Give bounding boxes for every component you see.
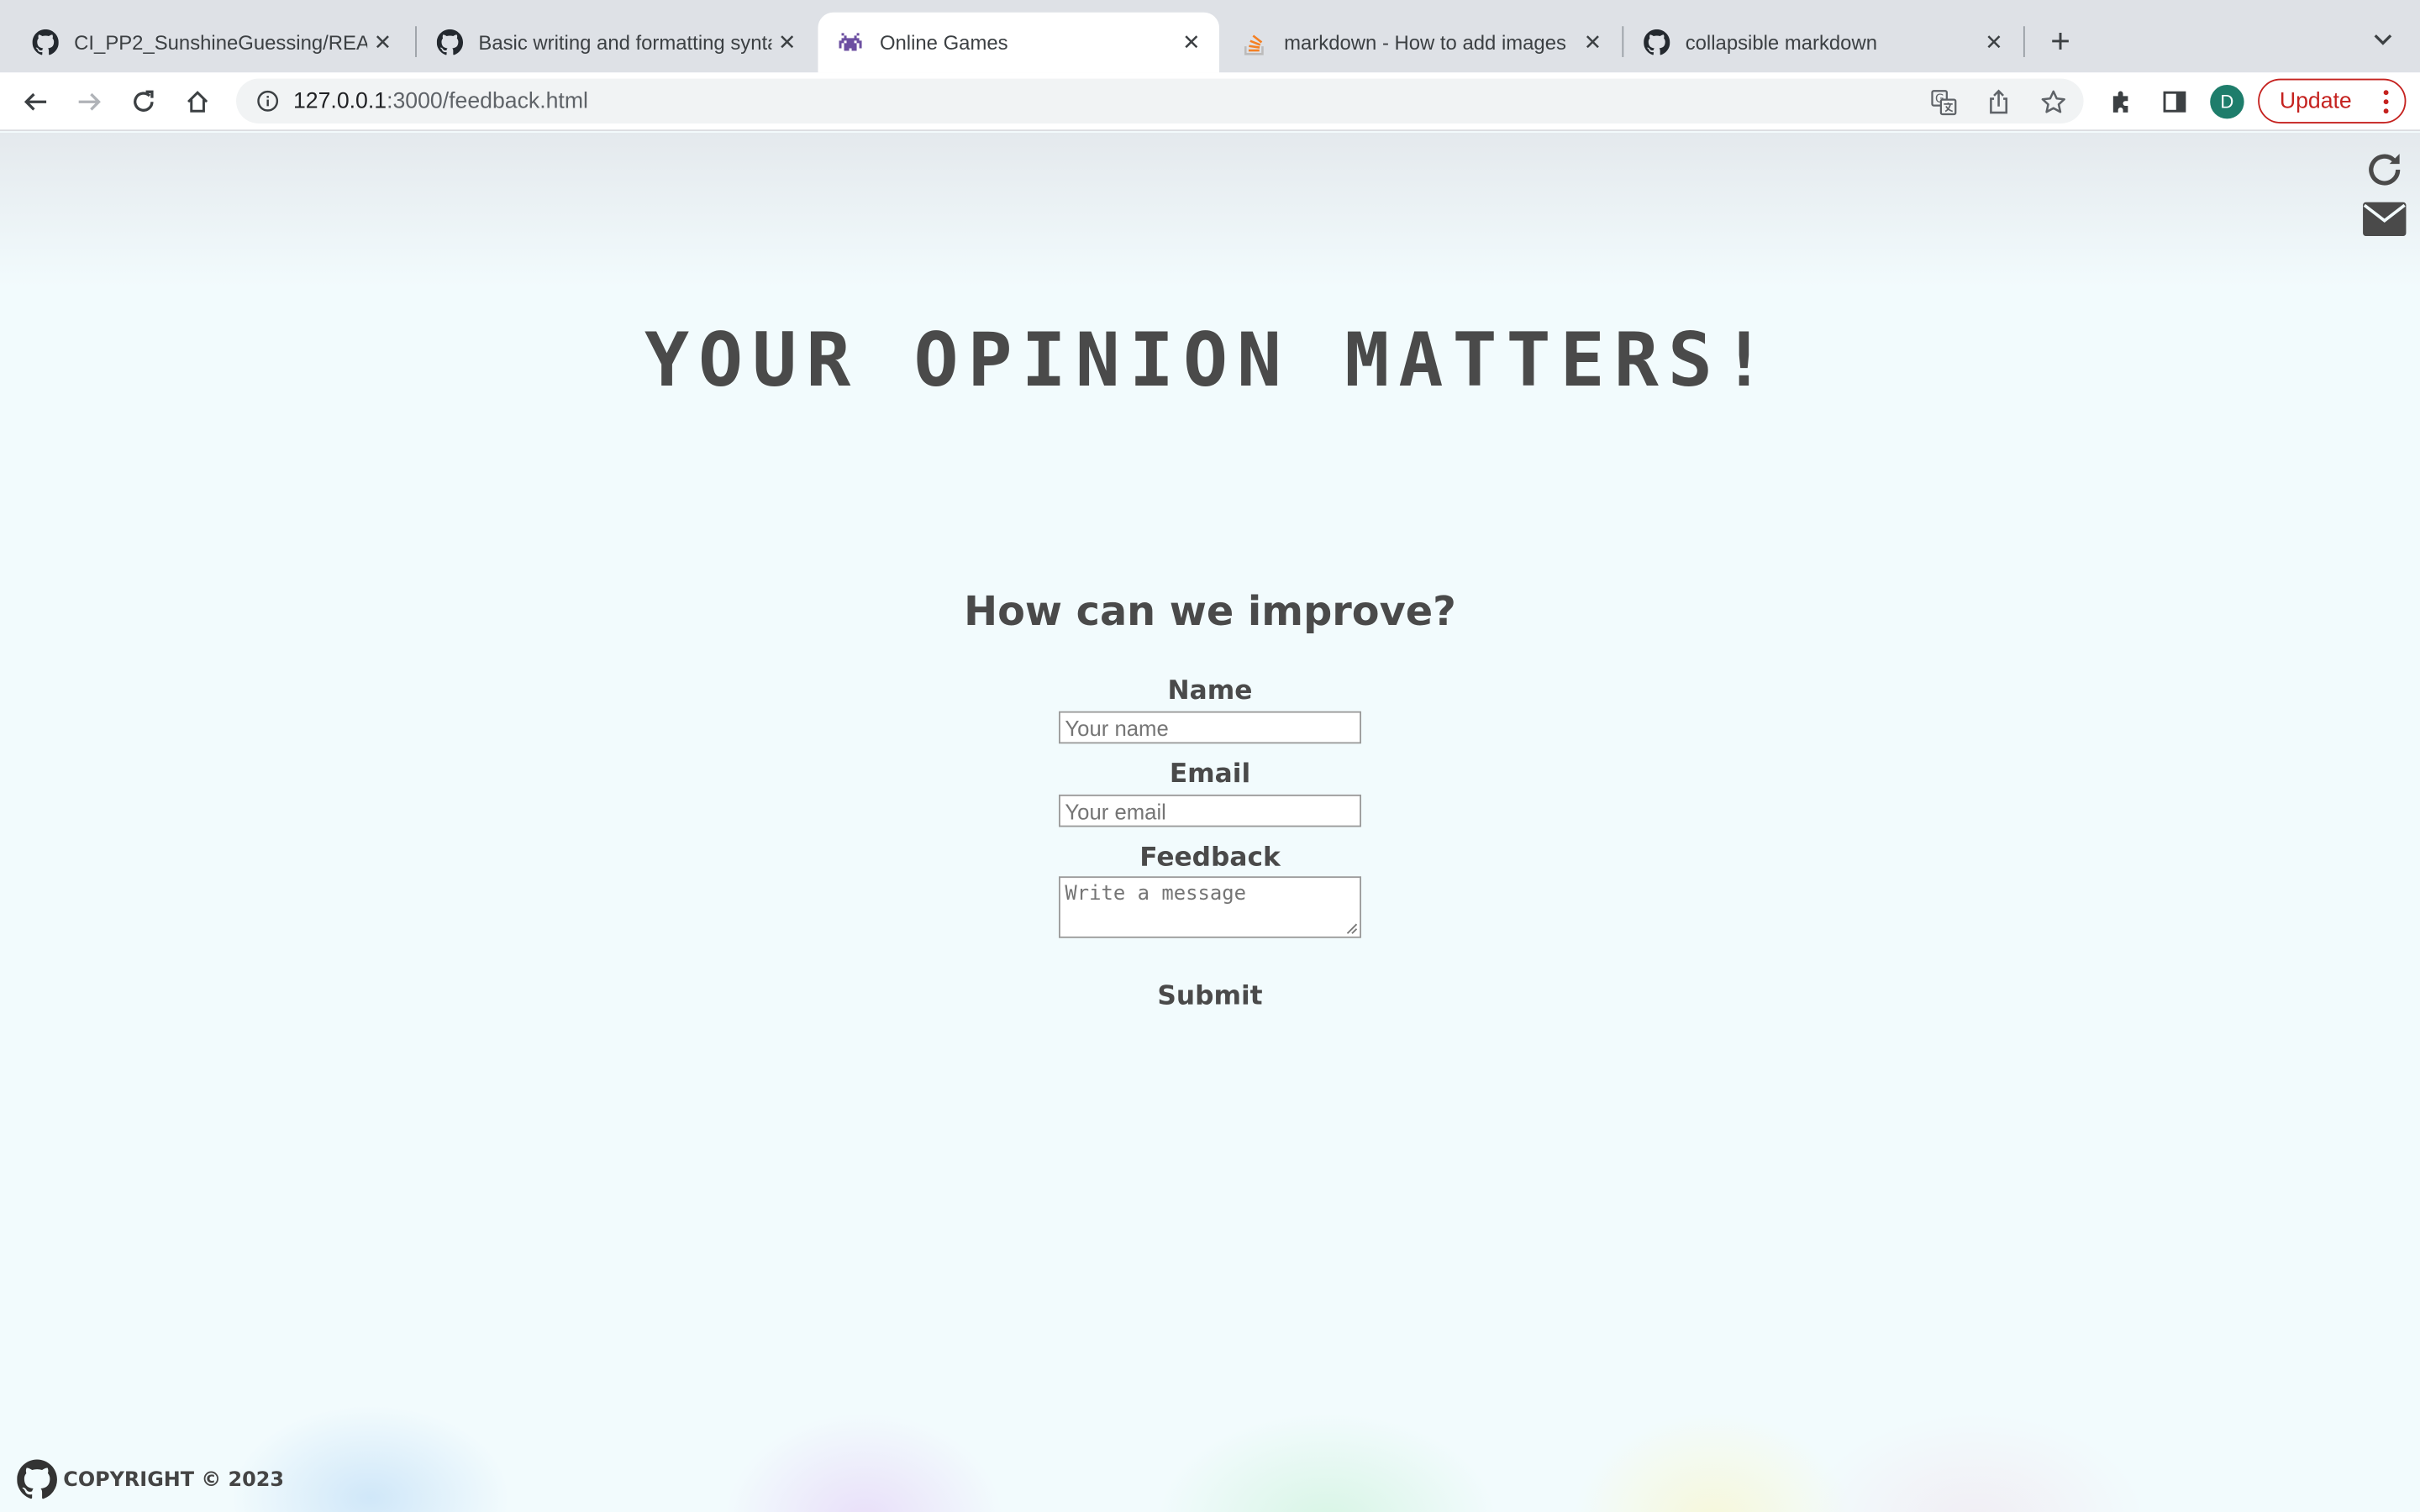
side-panel-icon[interactable] [2156,83,2193,120]
page-content: YOUR OPINION MATTERS! How can we improve… [0,132,2420,1512]
header-gradient [0,132,2420,287]
reload-icon[interactable] [125,83,162,120]
page-title: YOUR OPINION MATTERS! [644,318,1776,405]
close-icon[interactable]: ✕ [1979,27,2010,58]
close-icon[interactable]: ✕ [367,27,398,58]
refresh-icon[interactable] [2363,148,2406,191]
footer-gradient [0,1305,2420,1512]
copyright-text: COPYRIGHT © 2023 [63,1467,285,1492]
tab-separator [2023,26,2025,57]
tab-title: collapsible markdown [1685,30,1877,55]
name-label: Name [1167,675,1253,707]
resize-grip-icon[interactable] [1344,921,1359,936]
more-vertical-icon[interactable] [2383,90,2389,114]
submit-button[interactable]: Submit [1133,975,1287,1018]
tab-title: CI_PP2_SunshineGuessing/README [74,30,367,55]
new-tab-button[interactable]: + [2042,22,2079,60]
tab-collapsible-markdown[interactable]: collapsible markdown ✕ [1623,13,2022,73]
close-icon[interactable]: ✕ [1577,27,1608,58]
footer: COPYRIGHT © 2023 [17,1458,284,1501]
url-host: 127.0.0.1 [292,88,387,113]
tab-markdown-images[interactable]: markdown - How to add images ✕ [1223,13,1621,73]
github-icon [1642,29,1670,56]
space-invader-icon [837,29,865,56]
back-arrow-icon[interactable] [17,83,54,120]
share-icon[interactable] [1985,88,2012,116]
translate-icon[interactable]: G [1929,88,1957,116]
chevron-down-icon[interactable] [2368,24,2399,55]
forward-arrow-icon[interactable] [71,83,108,120]
tab-basic-writing[interactable]: Basic writing and formatting syntax ✕ [417,13,815,73]
tab-online-games[interactable]: Online Games ✕ [818,12,1220,73]
envelope-icon[interactable] [2363,197,2407,240]
email-input[interactable] [1059,794,1361,827]
star-bookmark-icon[interactable] [2039,88,2066,116]
profile-avatar[interactable]: D [2210,85,2244,119]
tab-readme[interactable]: CI_PP2_SunshineGuessing/README ✕ [13,13,411,73]
update-button[interactable]: Update [2258,78,2407,123]
tab-strip: CI_PP2_SunshineGuessing/README ✕ Basic w… [0,0,2420,73]
address-bar[interactable]: 127.0.0.1:3000/feedback.html G [236,78,2084,123]
email-label: Email [1169,759,1251,790]
browser-toolbar: 127.0.0.1:3000/feedback.html G D Update [0,72,2420,132]
tab-title: Basic writing and formatting syntax [478,30,772,55]
info-icon[interactable] [253,87,281,115]
stackoverflow-icon [1241,29,1269,56]
close-icon[interactable]: ✕ [1176,27,1207,58]
github-icon [31,29,59,56]
tab-title: markdown - How to add images [1284,30,1566,55]
update-label: Update [2279,88,2352,113]
form-heading: How can we improve? [964,589,1456,636]
close-icon[interactable]: ✕ [771,27,802,58]
feedback-label: Feedback [1139,842,1281,874]
browser-window: CI_PP2_SunshineGuessing/README ✕ Basic w… [0,0,2420,1512]
url-path: :3000/feedback.html [387,88,588,113]
tab-title: Online Games [879,30,1008,55]
github-icon[interactable] [17,1459,57,1500]
url-text: 127.0.0.1:3000/feedback.html [293,89,588,113]
name-input[interactable] [1059,711,1361,744]
github-icon [435,29,463,56]
feedback-textarea[interactable] [1059,876,1361,938]
home-icon[interactable] [179,83,216,120]
extensions-puzzle-icon[interactable] [2102,83,2139,120]
